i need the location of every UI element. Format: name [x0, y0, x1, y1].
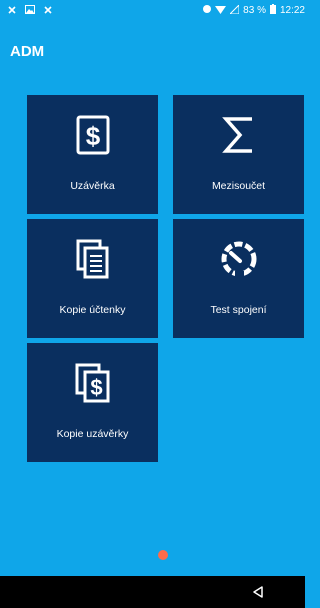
tile-kopie-uzaverky[interactable]: $ Kopie uzávěrky	[27, 343, 158, 462]
sigma-icon	[221, 115, 256, 160]
signal-icon	[228, 3, 240, 17]
page-indicator-dot	[158, 550, 168, 560]
tile-label: Kopie účtenky	[59, 304, 126, 316]
battery-icon	[269, 4, 276, 17]
status-bar: 83 % 12:22	[0, 0, 305, 22]
page-title: ADM	[10, 43, 45, 60]
tile-label: Mezisoučet	[211, 180, 266, 192]
svg-text:$: $	[90, 375, 102, 400]
back-icon[interactable]	[252, 585, 264, 603]
svg-text:$: $	[85, 121, 100, 151]
speedometer-icon	[221, 239, 257, 284]
dollar-document-icon: $	[76, 115, 110, 160]
tile-test-spojeni[interactable]: Test spojení	[173, 219, 304, 338]
tile-label: Uzávěrka	[70, 180, 115, 192]
tile-uzaverka[interactable]: $ Uzávěrka	[27, 95, 158, 214]
tile-mezisoucet[interactable]: Mezisoučet	[173, 95, 304, 214]
dollar-copy-icon: $	[75, 363, 111, 408]
tile-label: Test spojení	[210, 304, 267, 316]
tile-label: Kopie uzávěrky	[56, 428, 129, 440]
navigation-bar	[0, 576, 305, 608]
tile-kopie-uctenky[interactable]: Kopie účtenky	[27, 219, 158, 338]
battery-percent: 83 %	[243, 5, 266, 16]
receipt-copy-icon	[76, 239, 110, 284]
dot-icon	[203, 5, 212, 16]
clock: 12:22	[279, 5, 305, 16]
image-notification-icon	[25, 5, 35, 17]
close-notification-icon	[44, 5, 52, 17]
close-notification-icon	[8, 5, 16, 17]
wifi-icon	[215, 5, 227, 17]
